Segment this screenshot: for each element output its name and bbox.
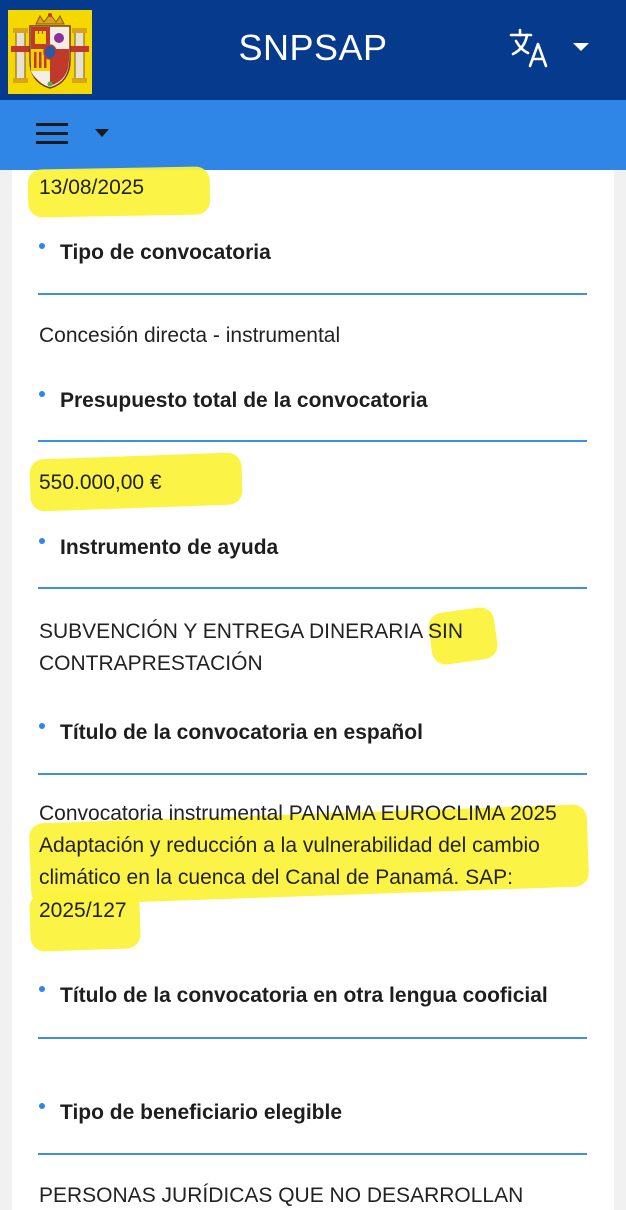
instrumento-value-line: CONTRAPRESTACIÓN	[39, 652, 263, 675]
menu-dropdown-chevron-icon[interactable]	[93, 126, 111, 138]
bullet-marker	[39, 391, 45, 397]
tipo-beneficiario-value: PERSONAS JURÍDICAS QUE NO DESARROLLAN	[39, 1184, 524, 1207]
titulo-espanol-value-line: Adaptación y reducción a la vulnerabilid…	[39, 834, 540, 857]
instrumento-label: Instrumento de ayuda	[60, 536, 279, 559]
instrumento-value-line: SUBVENCIÓN Y ENTREGA DINERARIA SIN	[39, 620, 463, 643]
translate-icon[interactable]	[508, 26, 552, 70]
tipo-beneficiario-label: Tipo de beneficiario elegible	[60, 1101, 343, 1124]
bullet-marker	[39, 1103, 45, 1109]
language-dropdown-chevron-icon[interactable]	[570, 40, 592, 54]
tipo-convocatoria-label: Tipo de convocatoria	[60, 241, 271, 264]
divider	[38, 1153, 587, 1155]
titulo-espanol-value-line: Convocatoria instrumental PANAMA EUROCLI…	[39, 802, 557, 825]
titulo-espanol-value-line: 2025/127	[39, 899, 127, 922]
fecha-value: 13/08/2025	[39, 176, 145, 199]
divider	[38, 587, 587, 589]
titulo-espanol-label: Título de la convocatoria en español	[60, 721, 423, 744]
presupuesto-value: 550.000,00 €	[39, 471, 162, 494]
hamburger-menu-icon[interactable]	[36, 121, 68, 147]
divider	[38, 440, 587, 442]
titulo-espanol-value-line: climático en la cuenca del Canal de Pana…	[39, 866, 513, 889]
bullet-marker	[39, 243, 45, 249]
presupuesto-label: Presupuesto total de la convocatoria	[60, 389, 428, 412]
divider	[38, 773, 587, 775]
tipo-convocatoria-value: Concesión directa - instrumental	[39, 324, 341, 347]
divider	[38, 1037, 587, 1039]
titulo-otra-lengua-label: Título de la convocatoria en otra lengua…	[60, 984, 548, 1007]
spain-coat-of-arms-icon[interactable]	[8, 10, 92, 94]
bullet-marker	[39, 723, 45, 729]
bullet-marker	[39, 538, 45, 544]
bullet-marker	[39, 986, 45, 992]
divider	[38, 293, 587, 295]
